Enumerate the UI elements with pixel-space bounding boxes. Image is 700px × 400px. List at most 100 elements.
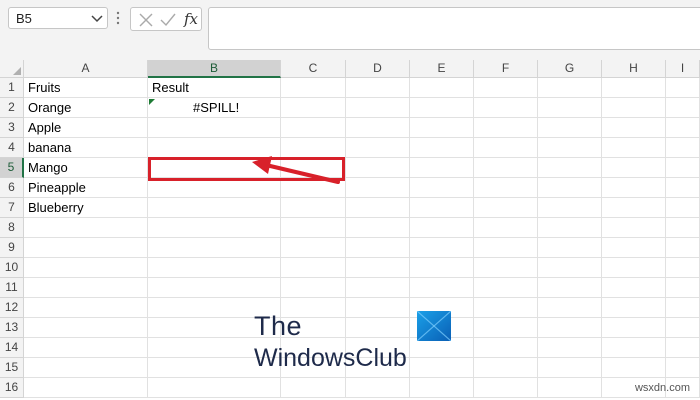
- cell-f15[interactable]: [474, 358, 538, 378]
- cell-h15[interactable]: [602, 358, 666, 378]
- cell-h1[interactable]: [602, 78, 666, 98]
- cell-c4[interactable]: [281, 138, 346, 158]
- cell-f11[interactable]: [474, 278, 538, 298]
- cell-f9[interactable]: [474, 238, 538, 258]
- cell-f14[interactable]: [474, 338, 538, 358]
- cell-i4[interactable]: [666, 138, 700, 158]
- cell-b3[interactable]: [148, 118, 281, 138]
- cell-e9[interactable]: [410, 238, 474, 258]
- cell-c9[interactable]: [281, 238, 346, 258]
- cell-c1[interactable]: [281, 78, 346, 98]
- cell-b4[interactable]: [148, 138, 281, 158]
- row-header-9[interactable]: 9: [0, 238, 24, 258]
- column-header-a[interactable]: A: [24, 60, 148, 78]
- cell-d11[interactable]: [346, 278, 410, 298]
- cell-g2[interactable]: [538, 98, 602, 118]
- cell-a1[interactable]: Fruits: [24, 78, 148, 98]
- cell-h12[interactable]: [602, 298, 666, 318]
- cell-i7[interactable]: [666, 198, 700, 218]
- row-header-10[interactable]: 10: [0, 258, 24, 278]
- cell-a3[interactable]: Apple: [24, 118, 148, 138]
- row-header-1[interactable]: 1: [0, 78, 24, 98]
- cell-d3[interactable]: [346, 118, 410, 138]
- insert-function-button[interactable]: fx: [184, 10, 198, 28]
- column-header-e[interactable]: E: [410, 60, 474, 78]
- cell-c10[interactable]: [281, 258, 346, 278]
- cell-e8[interactable]: [410, 218, 474, 238]
- cell-a2[interactable]: Orange: [24, 98, 148, 118]
- cell-h14[interactable]: [602, 338, 666, 358]
- row-header-8[interactable]: 8: [0, 218, 24, 238]
- cell-d10[interactable]: [346, 258, 410, 278]
- cell-i12[interactable]: [666, 298, 700, 318]
- row-header-5[interactable]: 5: [0, 158, 24, 178]
- more-options-icon[interactable]: [115, 9, 121, 27]
- cell-h13[interactable]: [602, 318, 666, 338]
- cell-f7[interactable]: [474, 198, 538, 218]
- cell-a5[interactable]: Mango: [24, 158, 148, 178]
- cell-d13[interactable]: [346, 318, 410, 338]
- cell-b8[interactable]: [148, 218, 281, 238]
- error-indicator-icon[interactable]: [149, 99, 155, 105]
- cell-h10[interactable]: [602, 258, 666, 278]
- name-box[interactable]: B5: [8, 7, 108, 29]
- cell-g4[interactable]: [538, 138, 602, 158]
- cell-f3[interactable]: [474, 118, 538, 138]
- cell-f8[interactable]: [474, 218, 538, 238]
- cell-e14[interactable]: [410, 338, 474, 358]
- cell-a11[interactable]: [24, 278, 148, 298]
- cell-a15[interactable]: [24, 358, 148, 378]
- cell-e2[interactable]: [410, 98, 474, 118]
- cell-h8[interactable]: [602, 218, 666, 238]
- cell-a16[interactable]: [24, 378, 148, 398]
- row-header-3[interactable]: 3: [0, 118, 24, 138]
- cell-g11[interactable]: [538, 278, 602, 298]
- cell-g9[interactable]: [538, 238, 602, 258]
- cell-e6[interactable]: [410, 178, 474, 198]
- cell-f4[interactable]: [474, 138, 538, 158]
- cell-d8[interactable]: [346, 218, 410, 238]
- cell-f10[interactable]: [474, 258, 538, 278]
- cell-h6[interactable]: [602, 178, 666, 198]
- cell-b11[interactable]: [148, 278, 281, 298]
- chevron-down-icon[interactable]: [90, 10, 104, 26]
- row-header-2[interactable]: 2: [0, 98, 24, 118]
- cell-d1[interactable]: [346, 78, 410, 98]
- cell-i13[interactable]: [666, 318, 700, 338]
- cell-g7[interactable]: [538, 198, 602, 218]
- cell-g1[interactable]: [538, 78, 602, 98]
- select-all-button[interactable]: [0, 60, 24, 78]
- cell-i5[interactable]: [666, 158, 700, 178]
- column-header-h[interactable]: H: [602, 60, 666, 78]
- cell-f6[interactable]: [474, 178, 538, 198]
- cell-g14[interactable]: [538, 338, 602, 358]
- formula-input[interactable]: [208, 7, 700, 50]
- cell-b10[interactable]: [148, 258, 281, 278]
- cell-b7[interactable]: [148, 198, 281, 218]
- cell-d9[interactable]: [346, 238, 410, 258]
- cell-e11[interactable]: [410, 278, 474, 298]
- cell-f2[interactable]: [474, 98, 538, 118]
- cell-a10[interactable]: [24, 258, 148, 278]
- cell-d16[interactable]: [346, 378, 410, 398]
- cell-e10[interactable]: [410, 258, 474, 278]
- cell-c2[interactable]: [281, 98, 346, 118]
- cell-h9[interactable]: [602, 238, 666, 258]
- cell-d2[interactable]: [346, 98, 410, 118]
- cell-h5[interactable]: [602, 158, 666, 178]
- cell-e15[interactable]: [410, 358, 474, 378]
- cell-d4[interactable]: [346, 138, 410, 158]
- column-header-f[interactable]: F: [474, 60, 538, 78]
- row-header-6[interactable]: 6: [0, 178, 24, 198]
- cell-a7[interactable]: Blueberry: [24, 198, 148, 218]
- cell-i15[interactable]: [666, 358, 700, 378]
- column-header-d[interactable]: D: [346, 60, 410, 78]
- cell-g10[interactable]: [538, 258, 602, 278]
- row-header-11[interactable]: 11: [0, 278, 24, 298]
- column-header-b[interactable]: B: [148, 60, 281, 78]
- x-icon[interactable]: [138, 12, 154, 28]
- cell-a4[interactable]: banana: [24, 138, 148, 158]
- cell-a13[interactable]: [24, 318, 148, 338]
- column-header-g[interactable]: G: [538, 60, 602, 78]
- cell-i1[interactable]: [666, 78, 700, 98]
